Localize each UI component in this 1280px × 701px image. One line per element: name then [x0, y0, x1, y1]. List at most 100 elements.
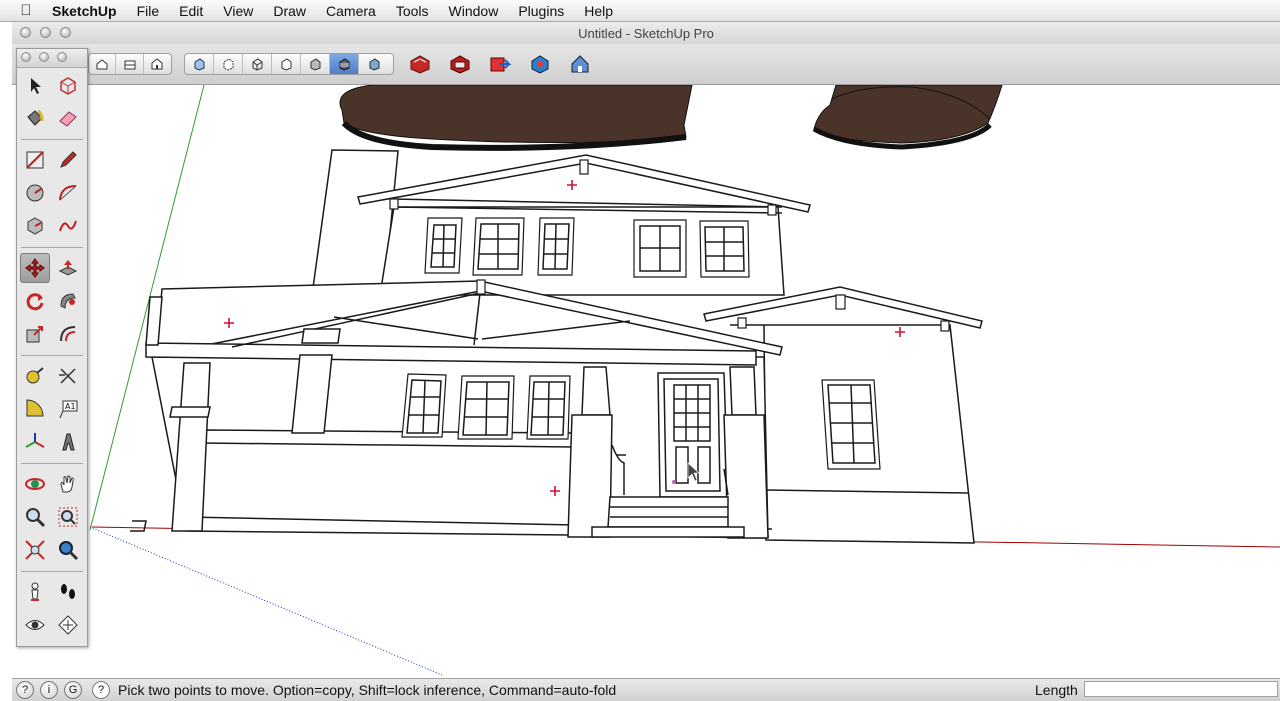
monochrome-cube-icon — [369, 58, 379, 71]
protractor-tool-button[interactable] — [20, 394, 50, 424]
tape-measure-tool-button[interactable] — [20, 361, 50, 391]
shoe-model-left — [339, 84, 693, 151]
eraser-tool-button[interactable] — [53, 103, 83, 133]
menu-view[interactable]: View — [213, 0, 263, 22]
push-pull-tool-button[interactable] — [53, 253, 83, 283]
menu-edit[interactable]: Edit — [169, 0, 213, 22]
house-top-icon — [124, 60, 136, 70]
apple-menu-icon[interactable]:  — [0, 2, 52, 19]
previous-view-tool-button[interactable] — [53, 535, 83, 565]
arrow-pointer-icon — [31, 78, 41, 94]
menu-plugins[interactable]: Plugins — [508, 0, 574, 22]
3d-text-icon — [62, 433, 75, 451]
extension-warehouse-button[interactable] — [526, 50, 554, 78]
pencil-icon — [60, 151, 77, 168]
section-plane-tool-button[interactable] — [53, 610, 83, 640]
extension-warehouse-icon — [531, 55, 549, 74]
palette-minimize-button[interactable] — [39, 52, 49, 62]
freehand-squiggle-icon — [59, 220, 77, 232]
menu-camera[interactable]: Camera — [316, 0, 386, 22]
push-pull-icon — [58, 260, 78, 276]
top-view-button[interactable] — [116, 54, 144, 74]
get-models-button[interactable] — [406, 50, 434, 78]
zoom-extents-tool-button[interactable] — [20, 535, 50, 565]
zoom-window-tool-button[interactable] — [53, 502, 83, 532]
get-models-icon — [410, 55, 430, 74]
menu-tools[interactable]: Tools — [386, 0, 439, 22]
shoe-model-right — [812, 84, 1003, 150]
model-viewport[interactable]: .l{fill:#fff;stroke:#1a1a1a;stroke-width… — [12, 84, 1280, 678]
text-tool-button[interactable]: A1 — [53, 394, 83, 424]
menu-window[interactable]: Window — [439, 0, 509, 22]
look-around-tool-button[interactable] — [20, 610, 50, 640]
polygon-tool-button[interactable] — [20, 211, 50, 241]
xray-style-button[interactable] — [185, 54, 214, 74]
textured-cube-icon — [339, 58, 350, 71]
section-plane-icon — [58, 615, 78, 635]
rectangle-tool-button[interactable] — [20, 145, 50, 175]
paint-bucket-icon — [27, 109, 44, 126]
tape-measure-icon — [26, 367, 44, 384]
monochrome-style-button[interactable] — [359, 54, 388, 74]
measurements-input[interactable] — [1084, 681, 1278, 697]
account-icon[interactable]: G — [64, 681, 82, 699]
measurements-label: Length — [1035, 682, 1078, 698]
menu-file[interactable]: File — [127, 0, 170, 22]
menu-draw[interactable]: Draw — [263, 0, 316, 22]
dimension-tool-button[interactable] — [53, 361, 83, 391]
make-component-tool-button[interactable] — [53, 70, 83, 100]
window-title-bar[interactable]: Untitled - SketchUp Pro — [12, 22, 1280, 45]
credits-icon[interactable]: i — [40, 681, 58, 699]
line-tool-button[interactable] — [53, 145, 83, 175]
walk-tool-button[interactable] — [53, 577, 83, 607]
arc-tool-button[interactable] — [53, 178, 83, 208]
3d-text-tool-button[interactable] — [53, 427, 83, 457]
zoom-tool-button[interactable] — [20, 502, 50, 532]
front-view-button[interactable] — [144, 54, 171, 74]
porch-column-center — [581, 366, 611, 416]
porch-steps — [607, 496, 729, 528]
shaded-textures-style-button[interactable] — [330, 54, 359, 74]
inference-point — [672, 480, 676, 484]
follow-me-icon — [60, 293, 76, 309]
palette-title-bar[interactable] — [17, 49, 87, 68]
previous-view-icon — [59, 541, 79, 561]
scale-tool-button[interactable] — [20, 319, 50, 349]
scale-icon — [26, 326, 43, 343]
app-menu[interactable]: SketchUp — [52, 0, 127, 22]
axes-tool-button[interactable] — [20, 427, 50, 457]
hidden-line-style-button[interactable] — [272, 54, 301, 74]
palette-zoom-button[interactable] — [57, 52, 67, 62]
paint-bucket-tool-button[interactable] — [20, 103, 50, 133]
orbit-tool-button[interactable] — [20, 469, 50, 499]
follow-me-tool-button[interactable] — [53, 286, 83, 316]
select-tool-button[interactable] — [20, 70, 50, 100]
circle-tool-button[interactable] — [20, 178, 50, 208]
porch-column-right — [729, 366, 757, 416]
move-tool-button[interactable] — [20, 253, 50, 283]
geo-location-icon[interactable]: ? — [16, 681, 34, 699]
protractor-icon — [26, 399, 44, 417]
status-hint-text: Pick two points to move. Option=copy, Sh… — [118, 682, 617, 698]
wireframe-style-button[interactable] — [243, 54, 272, 74]
menu-help[interactable]: Help — [574, 0, 623, 22]
iso-view-button[interactable] — [89, 54, 117, 74]
views-toolbar — [88, 53, 172, 75]
polygon-icon — [27, 217, 43, 235]
offset-tool-button[interactable] — [53, 319, 83, 349]
warehouse-house-icon — [571, 55, 589, 73]
orbit-icon — [25, 478, 45, 490]
arc-icon — [59, 185, 77, 201]
share-model-button[interactable] — [446, 50, 474, 78]
pan-hand-icon — [60, 475, 74, 493]
shaded-style-button[interactable] — [301, 54, 330, 74]
warehouse-home-button[interactable] — [566, 50, 594, 78]
palette-close-button[interactable] — [21, 52, 31, 62]
rotate-tool-button[interactable] — [20, 286, 50, 316]
pan-tool-button[interactable] — [53, 469, 83, 499]
freehand-tool-button[interactable] — [53, 211, 83, 241]
instructor-help-icon[interactable]: ? — [92, 681, 110, 699]
back-edges-style-button[interactable] — [214, 54, 243, 74]
share-component-button[interactable] — [486, 50, 514, 78]
position-camera-tool-button[interactable] — [20, 577, 50, 607]
